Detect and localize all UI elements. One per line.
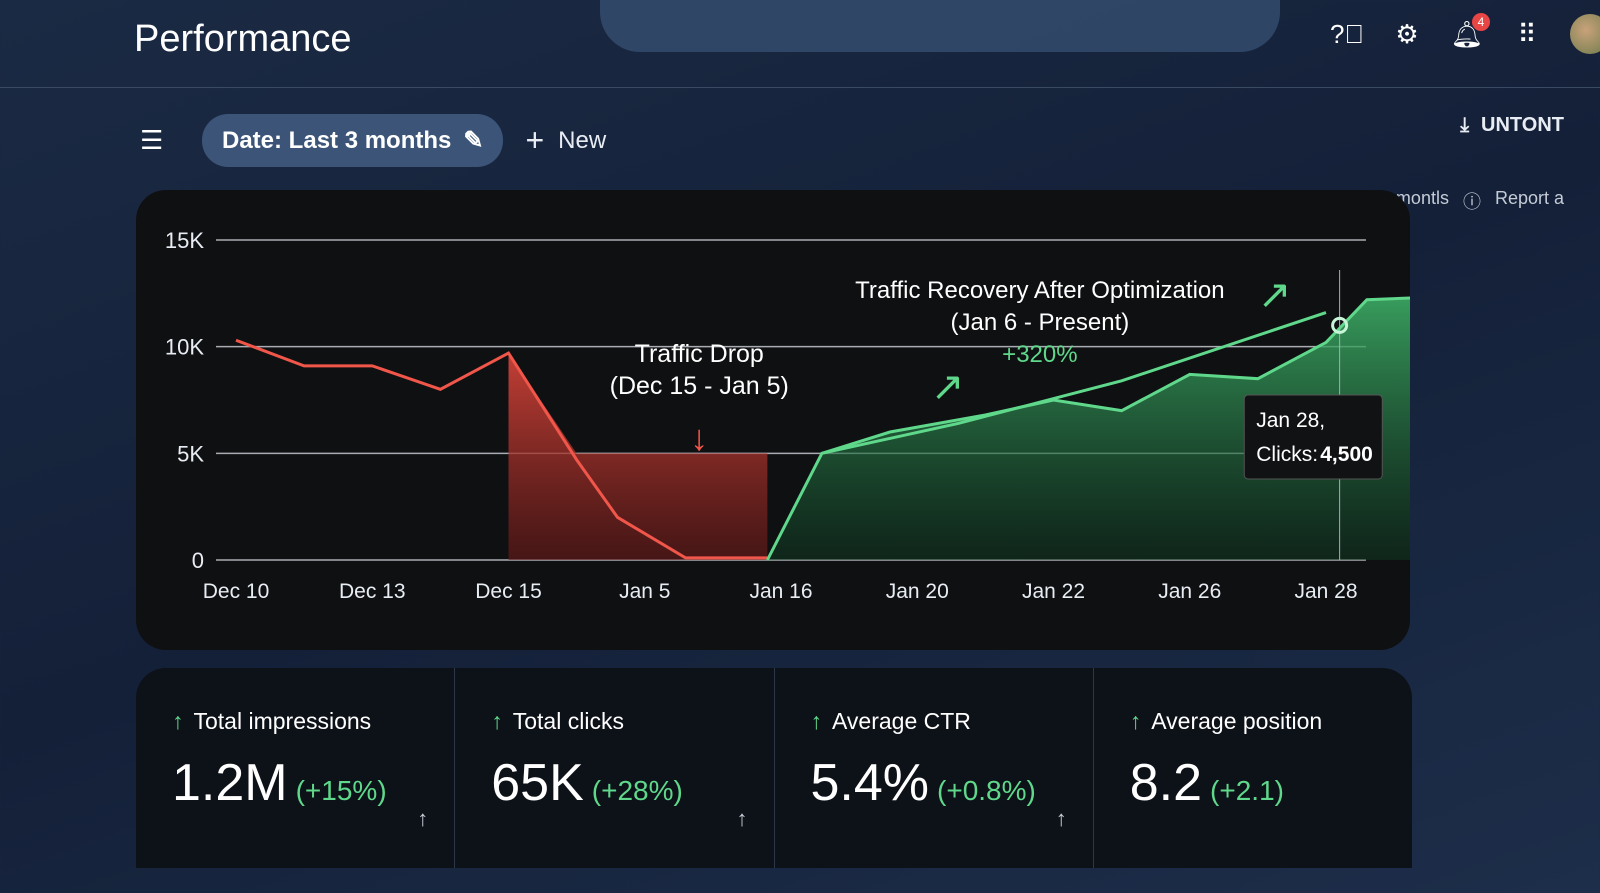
chart-svg: 0 5K 10K 15K Dec 10 Dec 13 Dec 15 Jan 5 Jan 16 Ja… (165, 228, 1410, 603)
arrow-up-icon: ↑ (417, 806, 429, 831)
arrow-up-icon: ↑ (736, 806, 748, 831)
kpi-total-impressions[interactable]: ↑ Total impressions 1.2M (+15%) ↑ (136, 668, 456, 868)
notifications-button[interactable]: 🔔︎ 4 (1450, 13, 1490, 51)
x-tick-label: Dec 15 (475, 580, 542, 603)
top-bar: Performance ?⃝ ⚙ 🔔︎ 4 ⠿ (0, 0, 1600, 88)
export-button[interactable]: ⤓ UNTONT (1460, 114, 1564, 137)
y-tick-label: 10K (165, 335, 204, 360)
new-label: New (558, 126, 607, 154)
recovery-range: (Jan 6 - Present) (951, 309, 1130, 336)
arrow-up-right-icon: ↗ (931, 365, 965, 409)
kpi-label: Average position (1151, 708, 1323, 734)
apps-grid-icon[interactable]: ⠿ (1510, 17, 1544, 51)
y-tick-label: 5K (177, 441, 204, 466)
help-icon[interactable]: ?⃝ (1330, 17, 1364, 51)
search-bar[interactable] (600, 0, 1280, 52)
arrow-up-icon: ↑ (810, 708, 823, 734)
arrow-up-icon: ↑ (491, 708, 503, 734)
tooltip-value: 4,500 (1320, 443, 1373, 466)
kpi-label: Average CTR (832, 708, 971, 734)
x-tick-label: Jan 20 (886, 580, 949, 603)
recovery-change: +320% (1002, 341, 1077, 368)
kpi-delta: (+2.1) (1210, 775, 1284, 806)
kpi-delta: (+15%) (295, 775, 387, 806)
tooltip-box (1243, 394, 1383, 480)
filter-icon[interactable]: ☰ (140, 125, 180, 156)
kpi-row: ↑ Total impressions 1.2M (+15%) ↑ ↑ Total c… (136, 668, 1412, 868)
kpi-label: Total clicks (512, 708, 624, 734)
kpi-value: 8.2 (1129, 754, 1203, 812)
x-tick-label: Jan 5 (619, 580, 670, 603)
date-chip-label: Date: Last 3 months (222, 126, 452, 154)
x-tick-label: Jan 16 (749, 580, 812, 603)
new-button[interactable]: + New (525, 122, 606, 159)
kpi-label: Total impressions (193, 708, 372, 734)
tooltip-label: Clicks: (1256, 443, 1318, 466)
kpi-average-ctr[interactable]: ↑ Average CTR 5.4% (+0.8%) ↑ (775, 668, 1094, 868)
y-tick-label: 15K (165, 228, 204, 253)
kpi-value: 65K (491, 754, 584, 812)
x-tick-label: Dec 10 (203, 580, 270, 603)
page-title: Performance (134, 18, 352, 60)
arrow-down-icon: ↓ (690, 417, 708, 458)
recovery-title: Traffic Recovery After Optimization (855, 277, 1224, 304)
x-tick-label: Jan 28 (1294, 580, 1357, 603)
date-filter-chip[interactable]: Date: Last 3 months ✎ (202, 114, 504, 167)
arrow-up-icon: ↑ (1055, 806, 1067, 831)
y-tick-label: 0 (192, 548, 204, 573)
kpi-value: 5.4% (810, 754, 930, 812)
drop-range: (Dec 15 - Jan 5) (610, 372, 789, 400)
kpi-delta: (+0.8%) (937, 775, 1036, 806)
x-tick-label: Jan 22 (1022, 580, 1085, 603)
plus-icon: + (525, 122, 545, 158)
notification-badge: 4 (1472, 13, 1490, 31)
account-settings-icon[interactable]: ⚙ (1390, 17, 1424, 51)
help-circle-icon[interactable]: ⓘ (1463, 188, 1481, 214)
kpi-delta: (+28%) (591, 775, 683, 806)
x-tick-label: Jan 26 (1158, 580, 1221, 603)
arrow-up-icon: ↑ (172, 708, 184, 734)
tooltip-date: Jan 28, (1256, 409, 1325, 432)
performance-chart: 0 5K 10K 15K Dec 10 Dec 13 Dec 15 Jan 5 Jan 16 Ja… (136, 190, 1410, 650)
export-label: UNTONT (1481, 114, 1564, 136)
avatar[interactable] (1570, 14, 1600, 54)
edit-pencil-icon: ✎ (463, 127, 484, 154)
kpi-average-position[interactable]: ↑ Average position 8.2 (+2.1) (1094, 668, 1412, 868)
kpi-value: 1.2M (172, 754, 288, 812)
report-link[interactable]: Report a (1495, 188, 1564, 214)
download-icon: ⤓ (1460, 114, 1470, 136)
arrow-up-icon: ↑ (1129, 708, 1142, 734)
kpi-total-clicks[interactable]: ↑ Total clicks 65K (+28%) ↑ (455, 668, 775, 868)
arrow-up-right-icon: ↗ (1258, 273, 1292, 317)
x-tick-label: Dec 13 (339, 580, 406, 603)
drop-title: Traffic Drop (635, 340, 764, 368)
